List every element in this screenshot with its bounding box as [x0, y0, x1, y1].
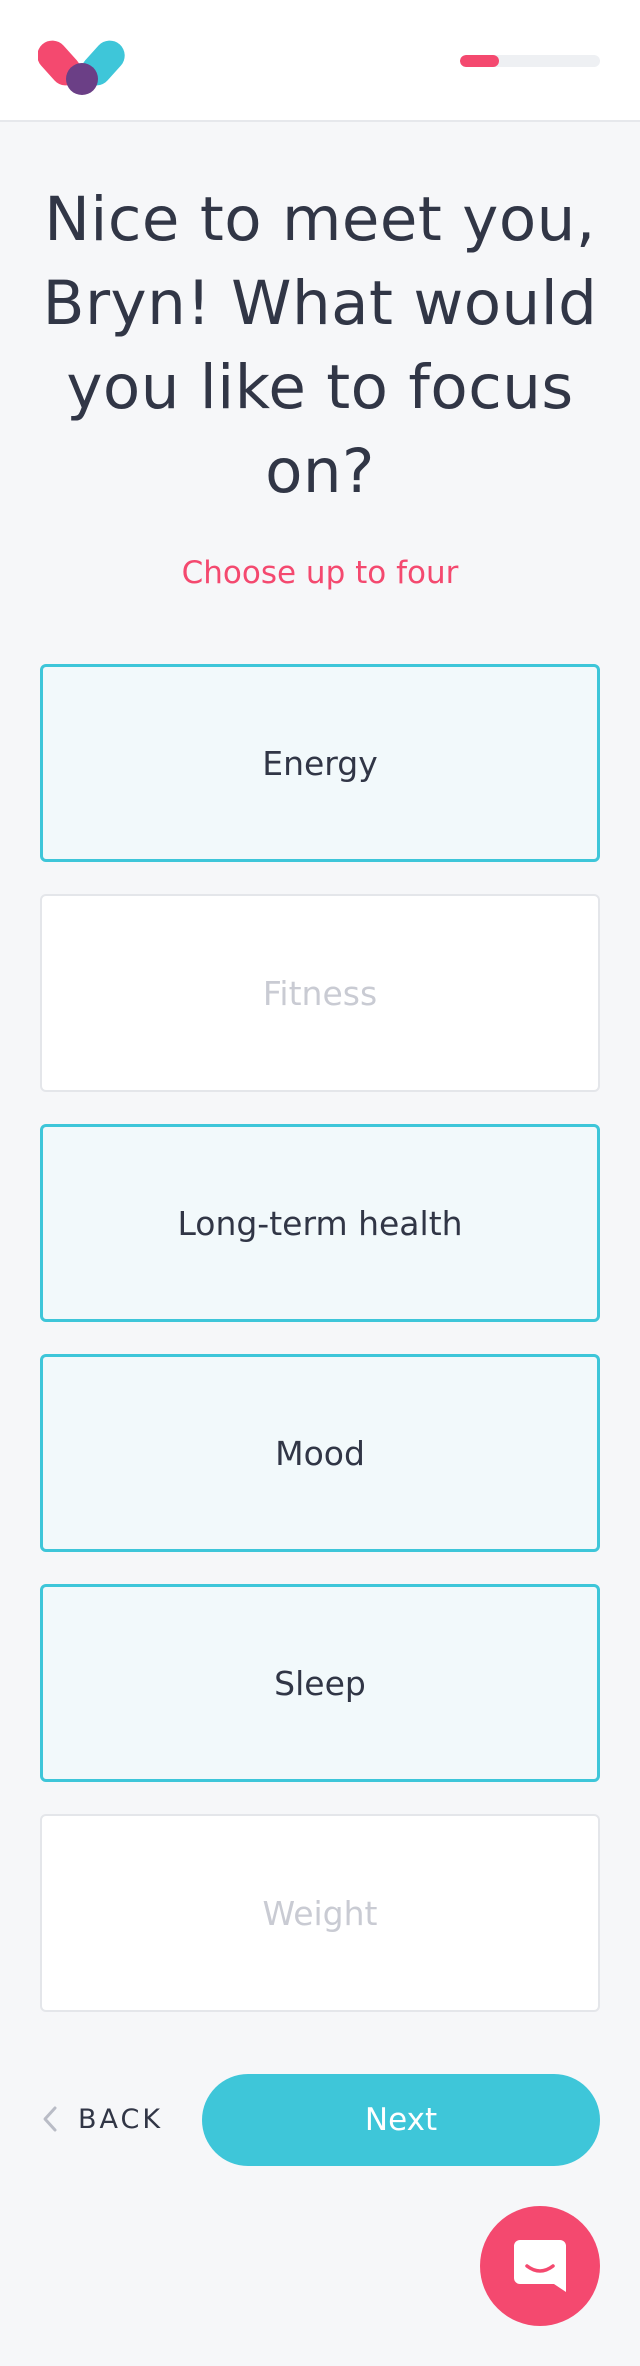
selection-hint: Choose up to four — [181, 555, 459, 591]
chat-launcher-button[interactable] — [480, 2206, 600, 2326]
option-energy[interactable]: Energy — [40, 664, 600, 862]
option-label: Sleep — [274, 1663, 366, 1703]
option-long-term-health[interactable]: Long-term health — [40, 1124, 600, 1322]
option-fitness[interactable]: Fitness — [40, 894, 600, 1092]
chevron-left-icon — [43, 2106, 57, 2132]
option-label: Energy — [262, 743, 378, 783]
back-button[interactable]: BACK — [40, 2092, 163, 2146]
option-sleep[interactable]: Sleep — [40, 1584, 600, 1782]
progress-fill — [460, 55, 500, 67]
back-label: BACK — [78, 2103, 164, 2135]
header-bar — [0, 0, 640, 122]
option-label: Long-term health — [177, 1203, 463, 1243]
option-label: Mood — [275, 1433, 365, 1473]
progress-bar — [460, 55, 600, 67]
option-mood[interactable]: Mood — [40, 1354, 600, 1552]
option-weight[interactable]: Weight — [40, 1814, 600, 2012]
chat-icon — [514, 2240, 566, 2292]
option-label: Weight — [262, 1893, 378, 1933]
next-button[interactable]: Next — [202, 2074, 600, 2166]
page-title: Nice to meet you, Bryn! What would you l… — [42, 184, 598, 507]
heart-pill-logo — [38, 40, 125, 95]
option-label: Fitness — [262, 973, 378, 1013]
